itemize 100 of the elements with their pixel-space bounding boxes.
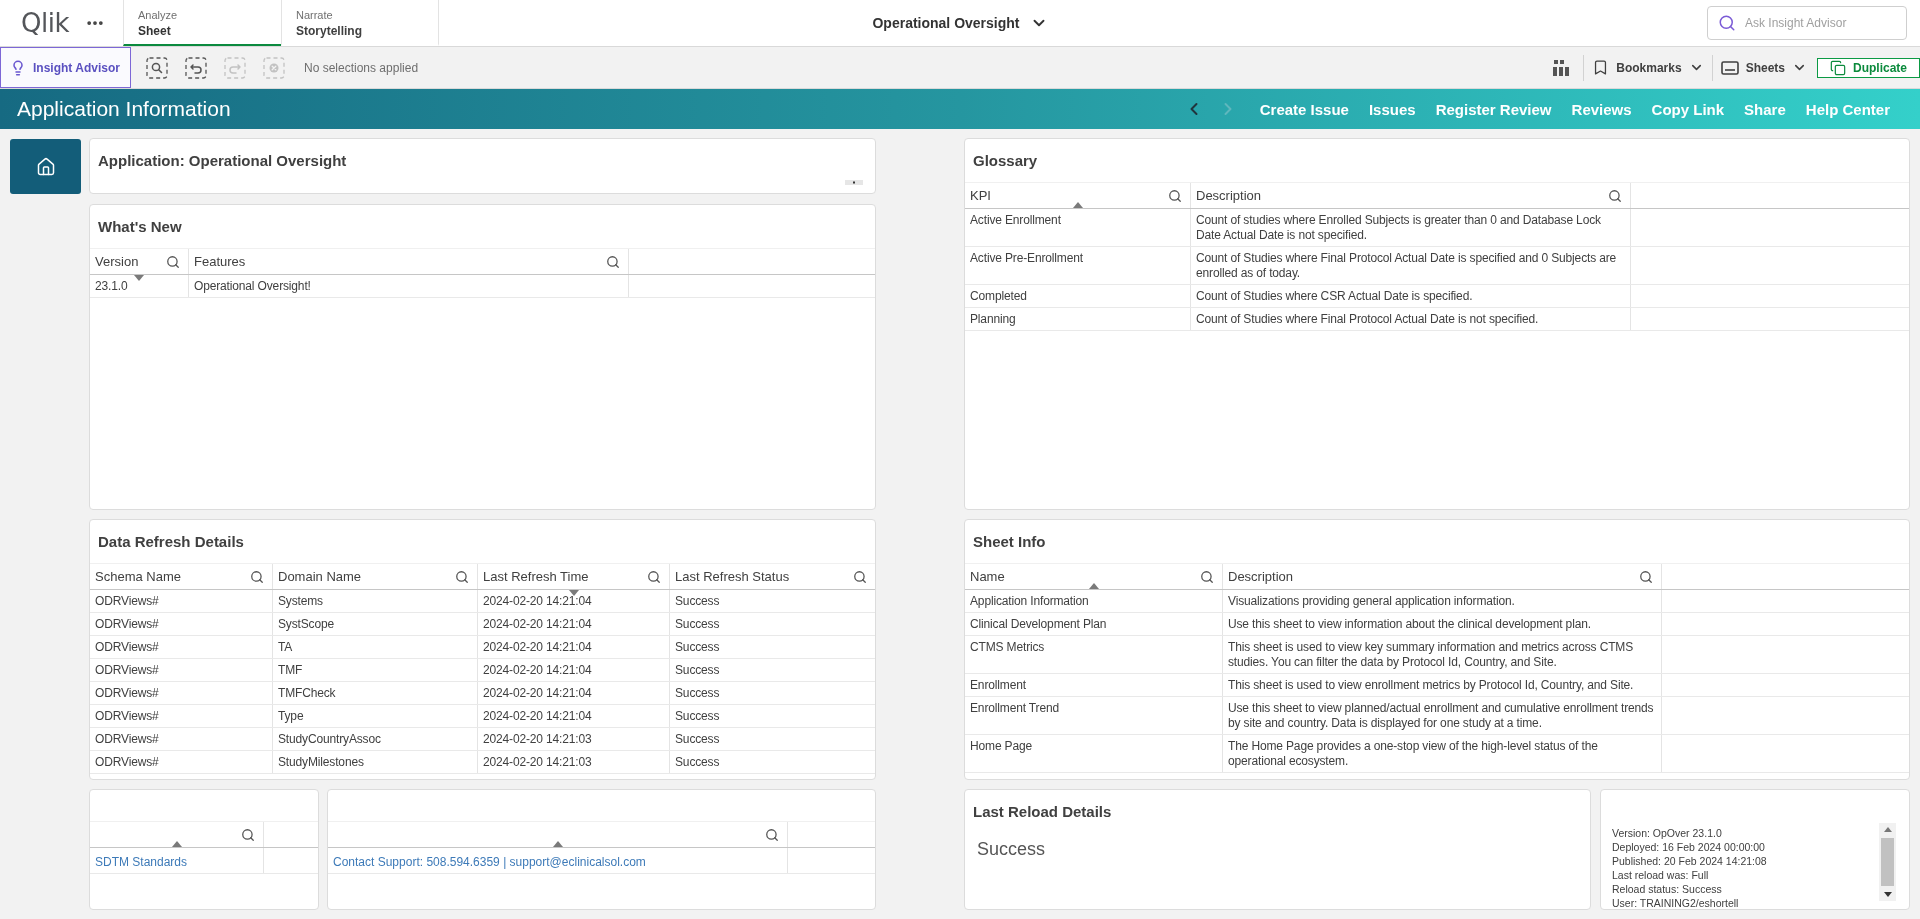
- sheet-icon: [1720, 60, 1739, 75]
- insight-advisor-button[interactable]: Insight Advisor: [0, 47, 131, 88]
- table-cell: 2024-02-20 14:21:04: [478, 705, 670, 727]
- column-header[interactable]: Last Refresh Time: [478, 564, 670, 589]
- info-line: Deployed: 16 Feb 2024 00:00:00: [1612, 840, 1765, 854]
- scroll-up-icon[interactable]: [1883, 827, 1892, 832]
- search-icon[interactable]: [765, 827, 779, 842]
- table-cell: This sheet is used to view enrollment metrics by Protocol Id, Country, and Site.: [1223, 674, 1662, 696]
- table-cell-text: Success: [674, 593, 721, 610]
- column-header[interactable]: Description: [1191, 183, 1631, 208]
- grid-icon[interactable]: [1553, 59, 1570, 76]
- column-header[interactable]: Description: [1223, 564, 1662, 589]
- copy-icon: [1830, 59, 1846, 76]
- search-icon[interactable]: [250, 569, 264, 584]
- search-icon[interactable]: [1168, 188, 1182, 203]
- search-icon[interactable]: [166, 254, 180, 269]
- table-cell: Use this sheet to view planned/actual enrollment and cumulative enrollment trends by site and country. Data is displayed for one study at a time.: [1223, 697, 1662, 734]
- step-back-icon[interactable]: [185, 56, 207, 79]
- table-cell: 2024-02-20 14:21:03: [478, 751, 670, 773]
- column-header[interactable]: Schema Name: [90, 564, 273, 589]
- search-icon[interactable]: [455, 569, 469, 584]
- search-icon[interactable]: [853, 569, 867, 584]
- scroll-down-icon[interactable]: [1883, 892, 1892, 897]
- table-cell: 2024-02-20 14:21:03: [478, 728, 670, 750]
- scroll-indicator-icon: [845, 180, 863, 185]
- table-cell: Enrollment: [965, 674, 1223, 696]
- search-field[interactable]: Ask Insight Advisor: [1707, 6, 1907, 40]
- lightbulb-icon: [10, 59, 26, 76]
- table-cell: 2024-02-20 14:21:04: [478, 659, 670, 681]
- table-cell: SystScope: [273, 613, 478, 635]
- column-header[interactable]: Last Refresh Status: [670, 564, 875, 589]
- table-cell: Visualizations providing general application information.: [1223, 590, 1662, 612]
- search-icon[interactable]: [1639, 569, 1653, 584]
- table-cell: TMFCheck: [273, 682, 478, 704]
- table-cell: CTMS Metrics: [965, 636, 1223, 673]
- table-cell: TMF: [273, 659, 478, 681]
- sheets-button[interactable]: Sheets: [1714, 52, 1813, 83]
- table-cell-text: Success: [674, 731, 721, 748]
- panel-title: Glossary: [973, 152, 1038, 169]
- table-cell: ODRViews#: [90, 682, 273, 704]
- mode-tab[interactable]: Analyze Sheet: [122, 0, 281, 46]
- panel-title: Last Reload Details: [973, 803, 1112, 820]
- scrollbar-thumb[interactable]: [1881, 838, 1894, 886]
- bookmarks-button[interactable]: Bookmarks: [1586, 52, 1710, 83]
- table-cell: 2024-02-20 14:21:04: [478, 590, 670, 612]
- panel-title: Data Refresh Details: [98, 533, 244, 550]
- column-header[interactable]: Name: [965, 564, 1223, 589]
- table-cell: The Home Page provides a one-stop view of the high-level status of the operational ecosystem.: [1223, 735, 1662, 772]
- search-icon[interactable]: [606, 254, 620, 269]
- table-cell: Use this sheet to view information about the clinical development plan.: [1223, 613, 1662, 635]
- column-header[interactable]: Version: [90, 249, 189, 274]
- table-cell-text: Success: [674, 754, 721, 771]
- table-cell: Planning: [965, 308, 1191, 330]
- panel-title: Sheet Info: [973, 533, 1046, 550]
- duplicate-button[interactable]: Duplicate: [1817, 57, 1920, 78]
- table-cell-text: Success: [674, 639, 721, 656]
- table-link[interactable]: Contact Support: 508.594.6359 | support@eclinicalsol.com: [333, 855, 646, 869]
- info-line: Published: 20 Feb 2024 14:21:08: [1612, 854, 1767, 868]
- column-header[interactable]: KPI: [965, 183, 1191, 208]
- table-cell: Active Enrollment: [965, 209, 1191, 246]
- scrollbar-track[interactable]: [1879, 823, 1896, 901]
- table-cell: ODRViews#: [90, 728, 273, 750]
- table-cell: StudyCountryAssoc: [273, 728, 478, 750]
- table-cell: Enrollment Trend: [965, 697, 1223, 734]
- table-cell: 2024-02-20 14:21:04: [478, 613, 670, 635]
- table-cell: Clinical Development Plan: [965, 613, 1223, 635]
- table-cell: ODRViews#: [90, 636, 273, 658]
- search-icon[interactable]: [647, 569, 661, 584]
- table-cell: 2024-02-20 14:21:04: [478, 682, 670, 704]
- table-cell: Active Pre-Enrollment: [965, 247, 1191, 284]
- table-cell-text: Success: [674, 662, 721, 679]
- table-cell: ODRViews#: [90, 659, 273, 681]
- table-cell: Home Page: [965, 735, 1223, 772]
- app-title-dropdown[interactable]: Operational Oversight: [868, 8, 1052, 38]
- table-cell-text: Success: [674, 685, 721, 702]
- table-cell: 2024-02-20 14:21:04: [478, 636, 670, 658]
- search-icon[interactable]: [241, 827, 255, 842]
- table-cell: Count of Studies where Final Protocol Actual Date is not specified.: [1191, 308, 1631, 330]
- search-icon[interactable]: [1608, 188, 1622, 203]
- table-cell: Count of Studies where Final Protocol Actual Date is specified and 0 Subjects are enrolled as of today.: [1191, 247, 1631, 284]
- table-cell: Completed: [965, 285, 1191, 307]
- column-header[interactable]: Domain Name: [273, 564, 478, 589]
- info-line: User: TRAINING2/eshortell: [1612, 896, 1739, 909]
- column-header[interactable]: Features: [189, 249, 629, 274]
- table-link[interactable]: SDTM Standards: [95, 855, 188, 869]
- reload-status: Success: [977, 839, 1046, 860]
- table-cell: Operational Oversight!: [189, 275, 629, 297]
- table-cell: ODRViews#: [90, 613, 273, 635]
- home-button[interactable]: [10, 139, 81, 194]
- table-cell: This sheet is used to view key summary information and metrics across CTMS studies. You can filter the data by Protocol Id, Country, and Site.: [1223, 636, 1662, 673]
- table-cell: Systems: [273, 590, 478, 612]
- selection-search-icon[interactable]: [146, 56, 168, 79]
- table-cell: ODRViews#: [90, 590, 273, 612]
- table-cell: StudyMilestones: [273, 751, 478, 773]
- search-icon[interactable]: [1200, 569, 1214, 584]
- selections-status: No selections applied: [304, 60, 419, 75]
- info-line: Reload status: Success: [1612, 882, 1722, 896]
- mode-tab[interactable]: Narrate Storytelling: [280, 0, 439, 46]
- panel-title: What's New: [98, 218, 182, 235]
- qlik-logo[interactable]: Qlik: [21, 9, 69, 37]
